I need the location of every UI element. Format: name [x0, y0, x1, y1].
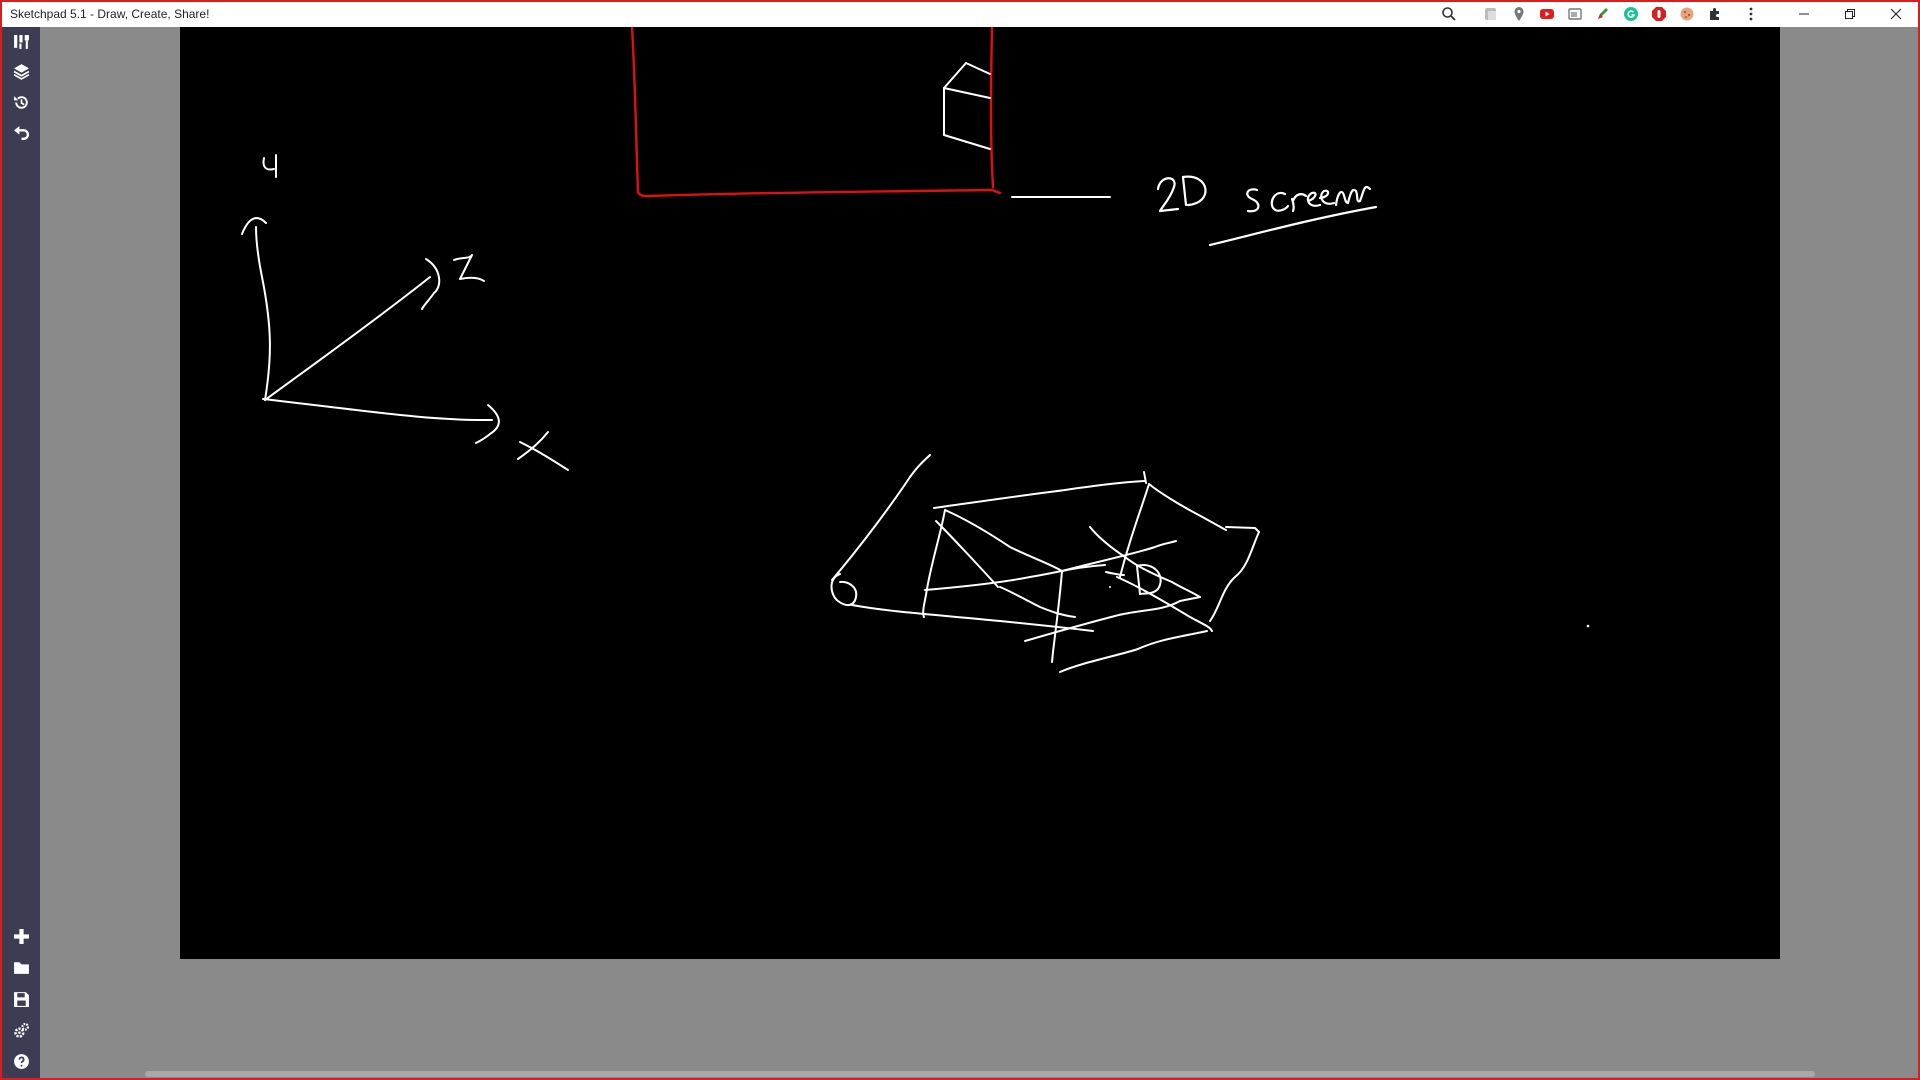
grid-plane-sketch [830, 454, 1260, 673]
restore-button[interactable] [1827, 0, 1873, 27]
save-icon[interactable] [9, 987, 33, 1011]
handwritten-2d-screen-label [1156, 175, 1378, 247]
stray-dot [1586, 624, 1590, 628]
settings-icon[interactable] [9, 1018, 33, 1042]
cookie-icon[interactable] [1678, 5, 1696, 23]
gray-flag-icon[interactable] [1482, 5, 1500, 23]
restore-icon [1845, 8, 1855, 19]
map-pin-icon[interactable] [1510, 5, 1528, 23]
axis-letter-z [453, 254, 485, 282]
close-icon [1890, 8, 1902, 19]
window-controls [1781, 0, 1919, 27]
puzzle-extensions-icon[interactable] [1706, 5, 1724, 23]
open-folder-icon[interactable] [9, 955, 33, 979]
youtube-icon[interactable] [1538, 5, 1556, 23]
axes-3d-sketch [241, 217, 500, 444]
undo-icon[interactable] [9, 121, 33, 145]
axis-letter-x [517, 431, 569, 471]
grammarly-icon[interactable] [1622, 5, 1640, 23]
zoom-icon[interactable] [1440, 5, 1458, 23]
new-icon[interactable] [9, 924, 33, 948]
window-title: Sketchpad 5.1 - Draw, Create, Share! [10, 6, 210, 21]
layers-icon[interactable] [9, 59, 33, 83]
kebab-menu-icon[interactable] [1742, 5, 1760, 23]
brush-tools-icon[interactable] [9, 30, 33, 54]
axis-letter-y [262, 154, 277, 178]
browser-extension-bar [1440, 3, 1760, 25]
title-bar: Sketchpad 5.1 - Draw, Create, Share! [0, 0, 1920, 27]
horizontal-scrollbar[interactable] [145, 1071, 1815, 1077]
drawing-canvas[interactable] [180, 27, 1780, 959]
left-toolbar [2, 27, 40, 1078]
stop-hand-icon[interactable] [1650, 5, 1668, 23]
close-button[interactable] [1873, 0, 1919, 27]
minimize-button[interactable] [1781, 0, 1827, 27]
minimize-icon [1799, 13, 1809, 14]
help-icon[interactable] [9, 1049, 33, 1073]
screenshot-icon[interactable] [1566, 5, 1584, 23]
pen-check-icon[interactable] [1594, 5, 1612, 23]
history-icon[interactable] [9, 90, 33, 114]
small-cube-sketch [943, 62, 991, 150]
